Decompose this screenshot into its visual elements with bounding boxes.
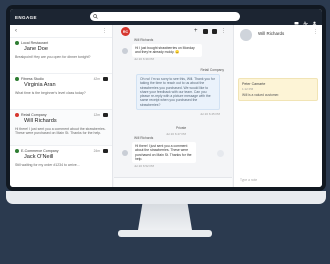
conversation-name: Will Richards: [24, 118, 57, 124]
conversation-preview: Still waiting for my order #1234 to arri…: [15, 163, 80, 167]
conversation-source: Retail Company: [21, 113, 47, 117]
conversation-name: Virginia Aran: [24, 82, 56, 88]
conversation-preview: What time is the beginner's level class …: [15, 91, 86, 95]
conversation-name: Jack O'Neill: [24, 154, 54, 160]
conversation-item[interactable]: Fitness Studio Virginia Aran What time i…: [10, 73, 112, 109]
message-time: Jul 20 6:52 PM: [134, 164, 155, 168]
note-text: Will is a valued customer.: [242, 93, 280, 97]
avatar: [122, 48, 128, 54]
search-input[interactable]: [90, 12, 240, 21]
more-icon[interactable]: ⋮: [313, 29, 318, 35]
message-bubble: Hi I just bought strawberries on Monday …: [132, 44, 202, 57]
channel-badge-icon: [15, 77, 19, 81]
chat-icon[interactable]: [294, 13, 299, 25]
conversation-time: 24m: [93, 149, 100, 153]
settings-icon[interactable]: [203, 28, 208, 34]
channel-badge-icon: [15, 41, 19, 45]
message-sender: Will Richards: [134, 38, 154, 42]
message-bubble: Hi there! I just sent you a comment abou…: [132, 142, 196, 164]
top-bar: ENGAGE BY CLIENT: [10, 9, 322, 29]
message-composer[interactable]: [114, 177, 232, 187]
message-time: Jul 20 6:39 PM: [134, 57, 155, 61]
note-time: 1:12 PM: [242, 87, 254, 91]
conversation-time: 12m: [93, 113, 100, 117]
conversation-preview: Hi there! I just sent you a comment abou…: [15, 127, 106, 136]
monitor-base: [118, 230, 212, 237]
monitor-chin: [6, 191, 326, 204]
conversation-source: E-Commerce Company: [21, 149, 59, 153]
conversation-source: Fitness Studio: [21, 77, 44, 81]
add-icon[interactable]: +: [194, 28, 199, 34]
conversation-name: Jane Doe: [24, 46, 48, 52]
more-icon[interactable]: ⋮: [221, 28, 226, 34]
conversation-list-panel: ‹ ⋮ Local Restaurant Jane Doe Breakpoint…: [10, 25, 113, 187]
message-icon: [103, 149, 108, 153]
chat-panel: RC + ⋮ Will Richards Hi I just bought st…: [114, 25, 232, 187]
channel-badge-icon: [15, 113, 19, 117]
send-button[interactable]: [217, 150, 224, 157]
more-icon[interactable]: ⋮: [102, 28, 107, 34]
monitor-stand: [138, 204, 192, 230]
avatar: [122, 150, 128, 156]
archive-icon[interactable]: [212, 28, 217, 34]
activity-icon[interactable]: [303, 13, 308, 26]
conversation-preview: Breakpoint! Hey are you open for dinner …: [15, 55, 91, 59]
logo-text: ENGAGE: [15, 14, 37, 20]
conversation-item[interactable]: E-Commerce Company Jack O'Neill Still wa…: [10, 145, 112, 181]
monitor-bezel: ENGAGE BY CLIENT ‹ ⋮ Local Restaurant Ja…: [6, 5, 326, 191]
conversation-list-header: ‹ ⋮: [10, 25, 112, 37]
note-author: Peter Camarte: [242, 82, 266, 86]
company-avatar: RC: [121, 27, 130, 36]
conversation-item-active[interactable]: Retail Company Will Richards Hi there! I…: [10, 109, 112, 145]
private-divider: Private: [176, 126, 187, 130]
conversation-source: Local Restaurant: [21, 41, 49, 45]
contact-avatar: [240, 29, 252, 41]
message-icon: [103, 113, 108, 117]
channel-badge-icon: [15, 149, 19, 153]
message-time: Jul 20 6:45 PM: [199, 112, 220, 116]
message-time: Jul 20 6:47 PM: [166, 132, 187, 136]
message-icon: [103, 77, 108, 81]
chat-header: RC + ⋮: [114, 25, 232, 37]
message-sender: Retail Company: [200, 68, 224, 72]
note-card[interactable]: Peter Camarte 1:12 PM Will is a valued c…: [238, 78, 318, 101]
contact-panel: Will Richards ⋮ Peter Camarte 1:12 PM Wi…: [233, 25, 322, 187]
message-sender: Will Richards: [134, 136, 154, 140]
screen: ENGAGE BY CLIENT ‹ ⋮ Local Restaurant Ja…: [10, 9, 322, 187]
conversation-item[interactable]: Local Restaurant Jane Doe Breakpoint! He…: [10, 37, 112, 73]
back-icon[interactable]: ‹: [15, 28, 17, 34]
search-icon: [93, 14, 98, 19]
contact-name: Will Richards: [258, 31, 285, 36]
note-input[interactable]: Type a note: [240, 178, 257, 182]
message-bubble: Oh no! I'm so sorry to see this, Will. T…: [136, 74, 220, 111]
user-icon[interactable]: [312, 13, 317, 26]
conversation-time: 42m: [93, 77, 100, 81]
